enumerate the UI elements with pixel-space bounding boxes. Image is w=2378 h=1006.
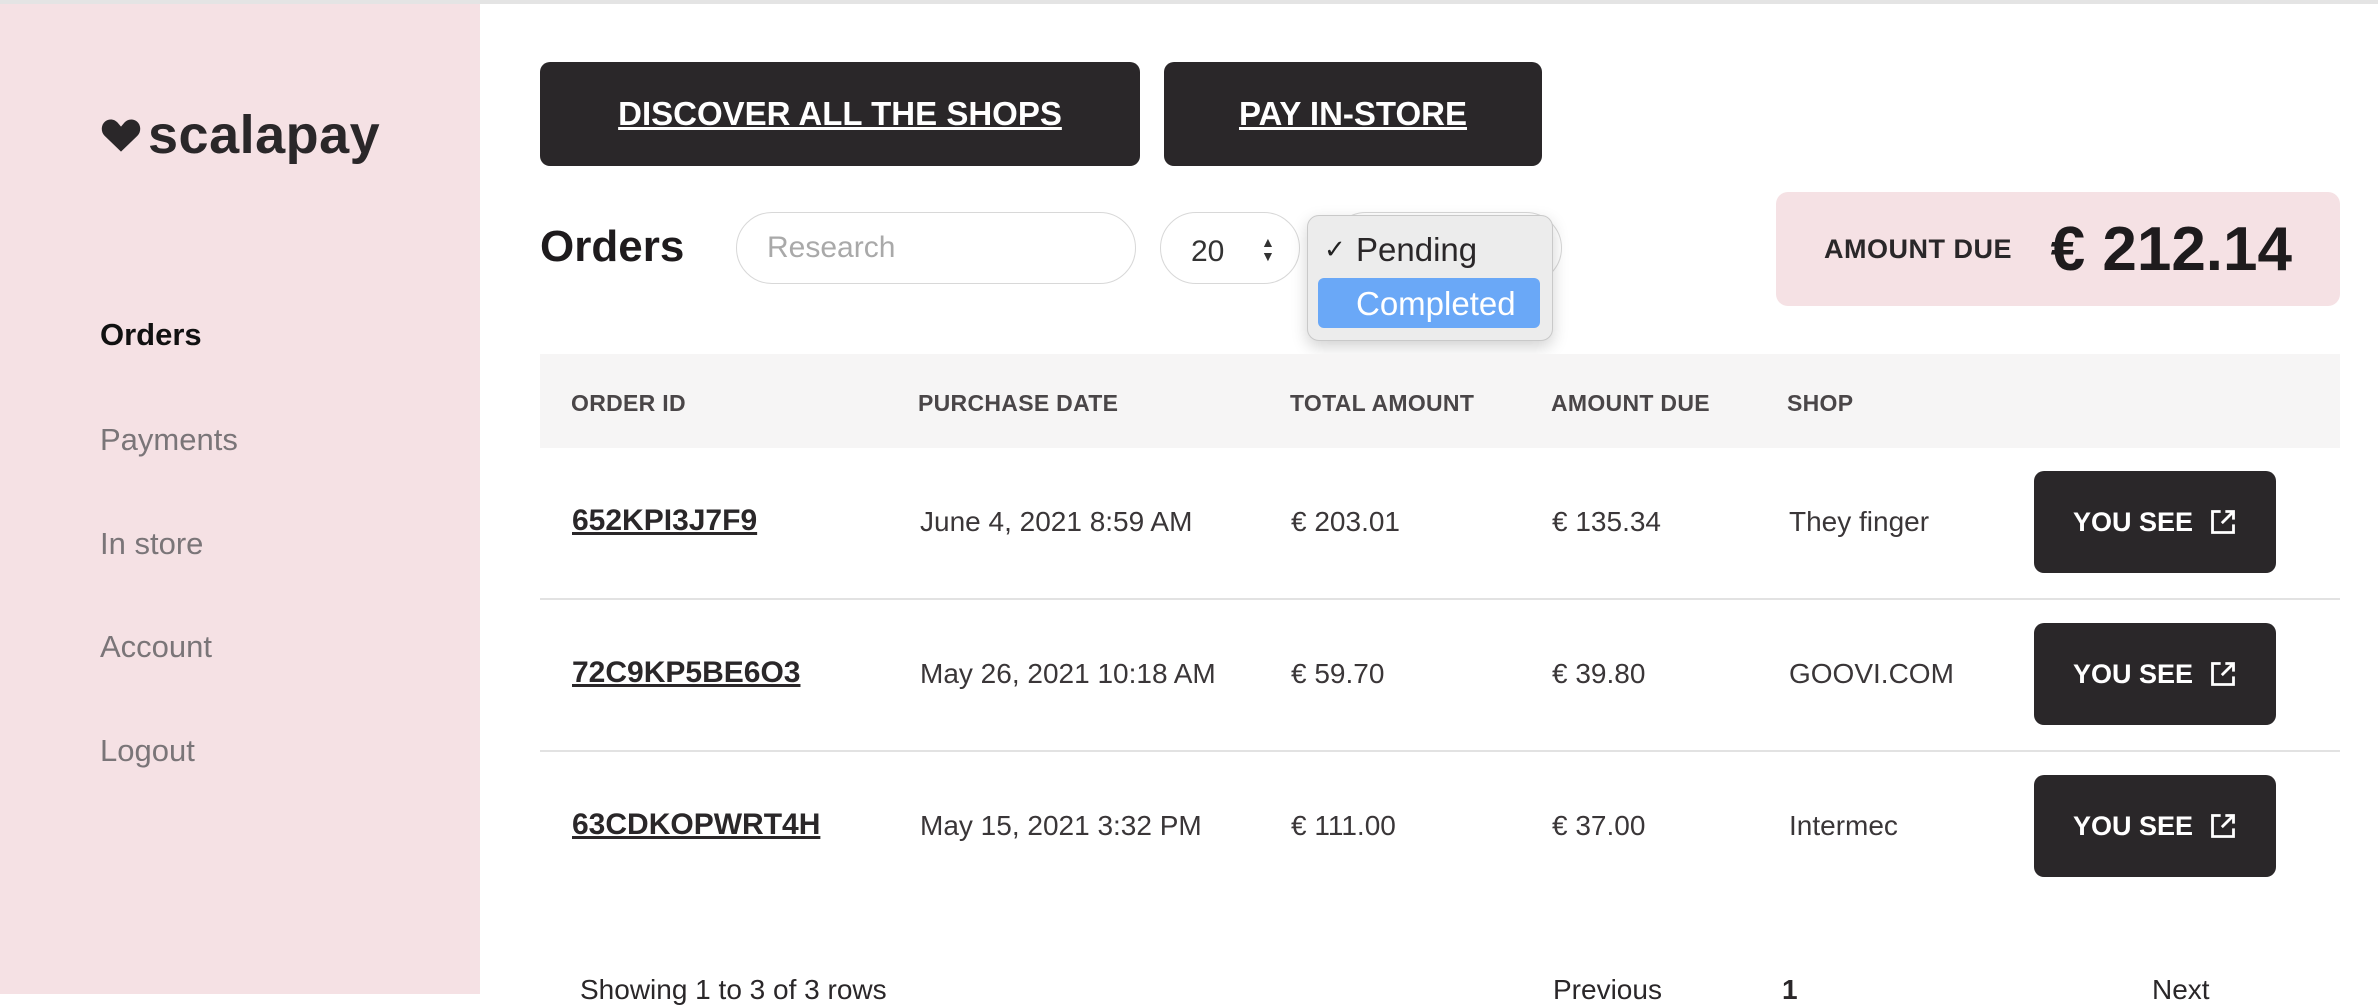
sidebar-item-payments[interactable]: Payments <box>100 422 238 458</box>
you-see-label: YOU SEE <box>2072 810 2194 841</box>
row-divider <box>540 750 2340 752</box>
you-see-label: YOU SEE <box>2072 506 2194 537</box>
order-id-link[interactable]: 63CDKOPWRT4H <box>572 808 820 842</box>
total-amount: € 111.00 <box>1291 810 1396 841</box>
purchase-date: May 15, 2021 3:32 PM <box>920 810 1202 841</box>
amount-due: € 39.80 <box>1552 658 1646 689</box>
pagination-next[interactable]: Next <box>2152 974 2210 1006</box>
column-header-purchase-date[interactable]: PURCHASE DATE <box>918 390 1118 417</box>
column-header-order-id[interactable]: ORDER ID <box>571 390 686 417</box>
total-amount: € 203.01 <box>1291 506 1400 537</box>
pagination-page[interactable]: 1 <box>1782 974 1798 1006</box>
total-amount: € 59.70 <box>1291 658 1385 689</box>
purchase-date: May 26, 2021 10:18 AM <box>920 658 1216 689</box>
sidebar-item-account[interactable]: Account <box>100 629 212 665</box>
option-label: Completed <box>1356 285 1516 322</box>
external-link-icon <box>2211 510 2235 534</box>
shop-name: They finger <box>1789 506 1930 537</box>
brand-name: scalapay <box>148 105 381 165</box>
column-header-amount-due[interactable]: AMOUNT DUE <box>1551 390 1710 417</box>
pay-in-store-button[interactable]: PAY IN-STORE <box>1164 62 1542 166</box>
rows-per-page-value: 20 <box>1191 235 1225 268</box>
order-id-link[interactable]: 72C9KP5BE6O3 <box>572 656 800 690</box>
row-divider <box>540 598 2340 600</box>
sidebar-item-logout[interactable]: Logout <box>100 733 195 769</box>
amount-due: € 135.34 <box>1552 506 1661 537</box>
amount-due-card: AMOUNT DUE € 212.14 <box>1776 192 2340 306</box>
sidebar-item-in-store[interactable]: In store <box>100 526 203 562</box>
you-see-button[interactable]: YOU SEE <box>2034 623 2276 725</box>
rows-per-page-select[interactable]: 20 ▲ ▼ <box>1160 212 1300 284</box>
table-row: 72C9KP5BE6O3 May 26, 2021 10:18 AM € 59.… <box>540 602 2340 752</box>
pagination-previous[interactable]: Previous <box>1553 974 1662 1006</box>
order-id-link[interactable]: 652KPI3J7F9 <box>572 504 757 538</box>
search-input[interactable] <box>736 212 1136 284</box>
table-row: 63CDKOPWRT4H May 15, 2021 3:32 PM € 111.… <box>540 754 2340 904</box>
shop-name: Intermec <box>1789 810 1898 841</box>
page-title: Orders <box>540 222 685 271</box>
brand-logo[interactable]: scalapay <box>100 104 380 166</box>
external-link-icon <box>2211 814 2235 838</box>
heart-icon <box>101 119 141 152</box>
shop-name: GOOVI.COM <box>1789 658 1954 689</box>
sidebar: scalapay Orders Payments In store Accoun… <box>0 4 480 994</box>
option-label: Pending <box>1356 231 1478 268</box>
discover-shops-button[interactable]: DISCOVER ALL THE SHOPS <box>540 62 1140 166</box>
table-header: ORDER ID PURCHASE DATE TOTAL AMOUNT AMOU… <box>540 354 2340 448</box>
column-header-shop[interactable]: SHOP <box>1787 390 1853 417</box>
amount-due: € 37.00 <box>1552 810 1646 841</box>
you-see-button[interactable]: YOU SEE <box>2034 775 2276 877</box>
status-dropdown-menu: ✓ Pending Completed <box>1307 215 1553 341</box>
table-row: 652KPI3J7F9 June 4, 2021 8:59 AM € 203.0… <box>540 450 2340 600</box>
column-header-total-amount[interactable]: TOTAL AMOUNT <box>1290 390 1474 417</box>
external-link-icon <box>2211 662 2235 686</box>
you-see-label: YOU SEE <box>2072 658 2194 689</box>
amount-due-value: € 212.14 <box>2050 215 2292 284</box>
purchase-date: June 4, 2021 8:59 AM <box>920 506 1193 537</box>
status-option-completed[interactable]: Completed <box>1318 278 1540 328</box>
amount-due-label: AMOUNT DUE <box>1824 234 2012 264</box>
sidebar-item-orders[interactable]: Orders <box>100 317 202 353</box>
select-arrows-icon: ▲ ▼ <box>1261 234 1275 264</box>
checkmark-icon: ✓ <box>1324 234 1346 264</box>
status-option-pending[interactable]: ✓ Pending <box>1318 224 1540 274</box>
pagination-summary: Showing 1 to 3 of 3 rows <box>580 974 887 1005</box>
you-see-button[interactable]: YOU SEE <box>2034 471 2276 573</box>
